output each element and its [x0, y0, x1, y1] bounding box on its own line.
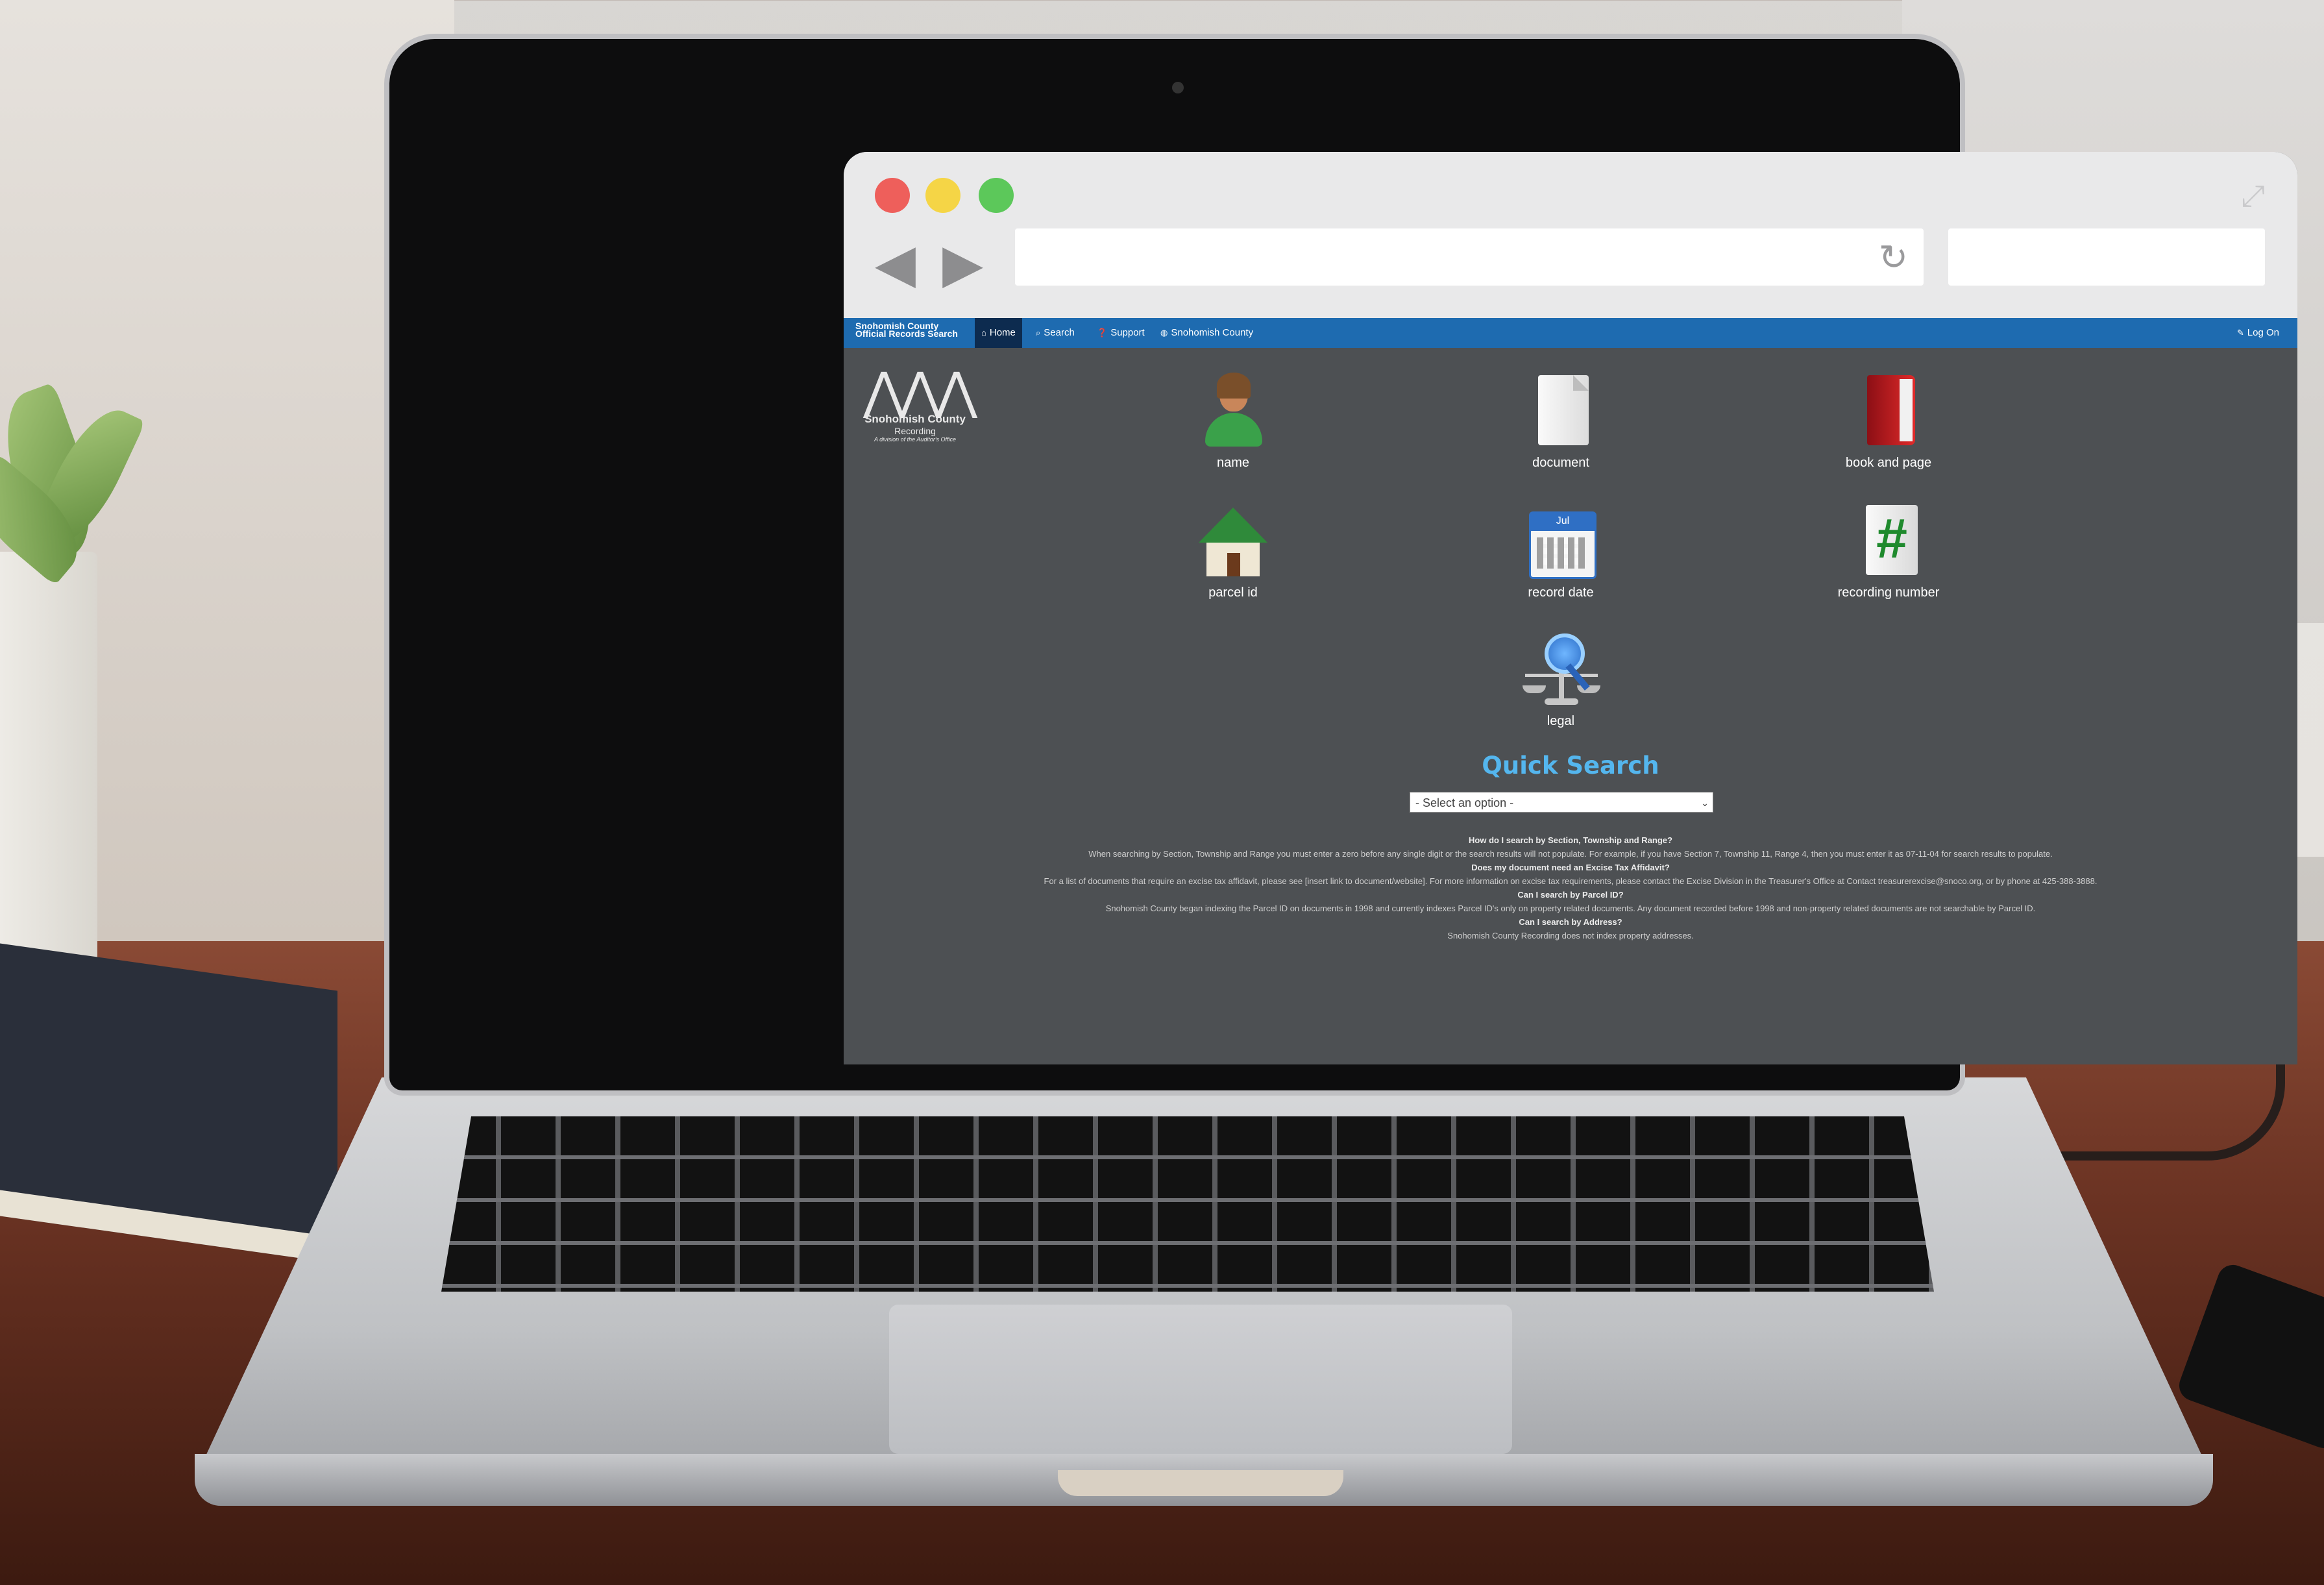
logo-name: Snohomish County: [864, 413, 966, 425]
search-by-record-date-tile[interactable]: Jul record date: [1489, 505, 1632, 600]
nav-search-label: Search: [1044, 327, 1075, 338]
search-by-book-and-page-tile[interactable]: book and page: [1817, 375, 1960, 471]
address-bar[interactable]: ↻: [1015, 228, 1924, 286]
faq-question: How do I search by Section, Township and…: [1469, 835, 1672, 845]
nav-snohomish-county[interactable]: ◍ Snohomish County: [1154, 318, 1260, 348]
brand-line2: Official Records Search: [855, 328, 958, 339]
logo-subtitle: Recording: [894, 426, 936, 436]
tile-label: book and page: [1845, 456, 1932, 470]
search-icon: ⌕: [1036, 328, 1041, 338]
webcam-icon: [1172, 82, 1184, 93]
back-arrow-icon[interactable]: ◀: [875, 238, 916, 291]
faq-section: How do I search by Section, Township and…: [844, 833, 2297, 942]
house-icon: [1197, 505, 1269, 576]
quick-search-select[interactable]: - Select an option - ⌄: [1410, 792, 1713, 813]
search-by-name-tile[interactable]: name: [1162, 373, 1304, 471]
search-by-recording-number-tile[interactable]: # recording number: [1817, 505, 1960, 600]
browser-window: ◀ ▶ ↻ ⤢ Snohomish County Official Record…: [844, 152, 2297, 1064]
globe-icon: ◍: [1160, 328, 1168, 338]
fullscreen-icon[interactable]: ⤢: [2241, 178, 2265, 214]
nav-home-label: Home: [989, 327, 1016, 338]
county-recording-logo: ⋀⋀⋀ Snohomish County Recording A divisio…: [863, 362, 977, 443]
calendar-icon: Jul: [1525, 505, 1596, 579]
book-icon: [1853, 375, 1924, 447]
legal-scale-icon: [1523, 633, 1600, 705]
tile-label: record date: [1528, 585, 1594, 600]
faq-answer: Snohomish County Recording does not inde…: [1447, 931, 1694, 940]
mountains-logo-icon: ⋀⋀⋀: [863, 362, 977, 419]
tile-label: legal: [1547, 714, 1575, 728]
maximize-window-button[interactable]: [979, 178, 1014, 213]
search-by-parcel-id-tile[interactable]: parcel id: [1162, 505, 1304, 600]
tile-label: document: [1532, 456, 1589, 470]
log-on-link[interactable]: ✎ Log On: [2231, 318, 2286, 348]
close-window-button[interactable]: [875, 178, 910, 213]
faq-answer: Snohomish County began indexing the Parc…: [1105, 903, 2036, 913]
tile-label: recording number: [1837, 585, 1940, 600]
tile-label: parcel id: [1208, 585, 1258, 600]
faq-question: Can I search by Parcel ID?: [1517, 890, 1624, 900]
trackpad: [889, 1305, 1512, 1454]
minimize-window-button[interactable]: [925, 178, 960, 213]
search-by-legal-tile[interactable]: legal: [1489, 633, 1632, 729]
site-brand[interactable]: Snohomish County Official Records Search: [855, 321, 970, 339]
site-navbar: Snohomish County Official Records Search…: [844, 318, 2297, 348]
hash-icon: #: [1853, 505, 1924, 576]
tile-label: name: [1216, 456, 1250, 470]
quick-search-selected: - Select an option -: [1415, 796, 1514, 809]
keyboard: [441, 1116, 1934, 1292]
plant-pot: [0, 552, 97, 1006]
forward-arrow-icon[interactable]: ▶: [942, 238, 983, 291]
nav-support[interactable]: ❓ Support: [1090, 318, 1151, 348]
log-on-label: Log On: [2247, 327, 2279, 338]
nav-county-label: Snohomish County: [1171, 327, 1254, 338]
laptop-notch: [1058, 1470, 1343, 1496]
nav-home[interactable]: ⌂ Home: [975, 318, 1022, 348]
faq-answer: When searching by Section, Township and …: [1088, 849, 2053, 859]
person-icon: [1197, 373, 1269, 447]
book: [0, 943, 337, 1264]
help-icon: ❓: [1097, 328, 1108, 338]
faq-question: Can I search by Address?: [1519, 917, 1622, 927]
home-icon: ⌂: [981, 328, 986, 338]
browser-search-box[interactable]: [1948, 228, 2265, 286]
quick-search-title: Quick Search: [1482, 752, 1659, 780]
nav-support-label: Support: [1110, 327, 1145, 338]
laptop-lid: ◀ ▶ ↻ ⤢ Snohomish County Official Record…: [389, 39, 2297, 1090]
pencil-icon: ✎: [2236, 328, 2244, 338]
logo-tagline: A division of the Auditor's Office: [874, 436, 957, 443]
search-by-document-tile[interactable]: document: [1489, 375, 1632, 471]
chevron-down-icon: ⌄: [1701, 798, 1709, 808]
reload-icon[interactable]: ↻: [1879, 240, 1908, 275]
nav-search[interactable]: ⌕ Search: [1029, 318, 1081, 348]
faq-answer: For a list of documents that require an …: [1044, 876, 2098, 886]
browser-chrome: ◀ ▶ ↻ ⤢: [844, 152, 2297, 318]
document-icon: [1525, 375, 1596, 447]
calendar-month: Jul: [1529, 511, 1596, 531]
faq-question: Does my document need an Excise Tax Affi…: [1471, 863, 1670, 872]
